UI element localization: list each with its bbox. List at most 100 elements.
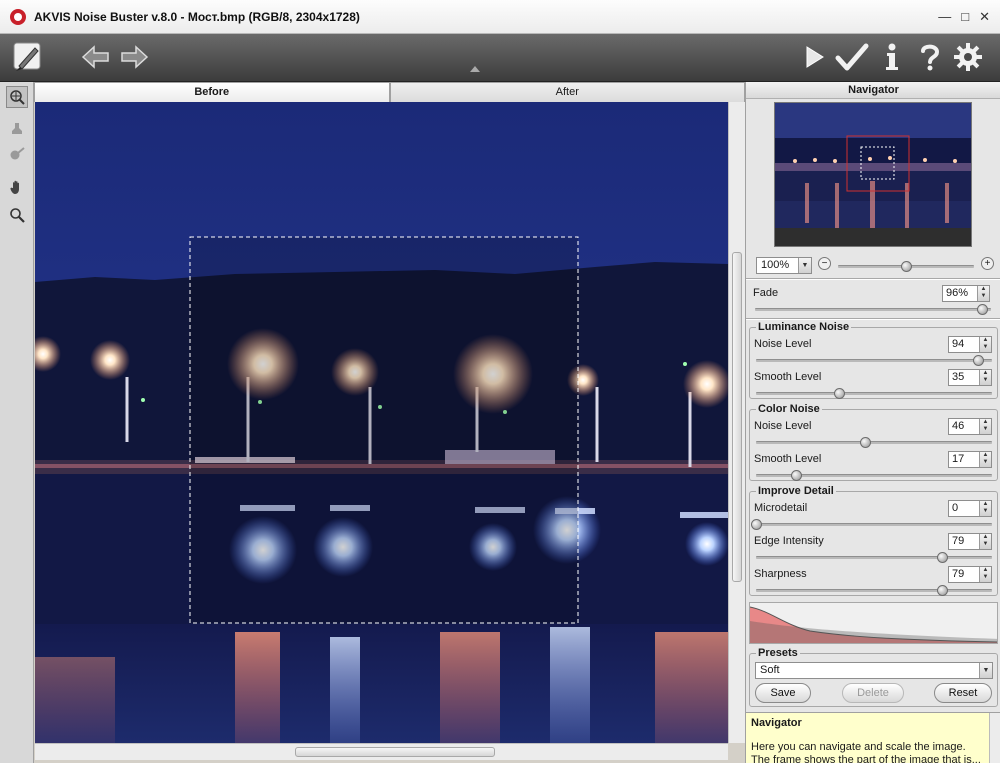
- help-panel: Navigator Here you can navigate and scal…: [746, 712, 1000, 763]
- luminance-smooth-level-param: Smooth Level 35 ▲ ▼: [750, 369, 999, 401]
- navigator-thumbnail[interactable]: [774, 102, 972, 247]
- microdetail-knob[interactable]: [751, 519, 762, 530]
- luminance-noise-level-knob[interactable]: [972, 355, 984, 366]
- help-title: Navigator: [751, 717, 802, 729]
- tab-before[interactable]: Before: [34, 82, 390, 102]
- color-noise-level-knob[interactable]: [859, 437, 871, 448]
- horizontal-scroll-thumb[interactable]: [295, 747, 495, 757]
- preset-select[interactable]: Soft ▼: [755, 662, 993, 679]
- luminance-noise-level-label: Noise Level: [754, 338, 812, 350]
- color-smooth-level-spinbox[interactable]: 17 ▲ ▼: [948, 451, 992, 468]
- spin-arrows-icon[interactable]: ▲ ▼: [979, 501, 991, 516]
- maximize-button[interactable]: □: [961, 9, 969, 25]
- help-text: Here you can navigate and scale the imag…: [751, 741, 981, 763]
- microdetail-slider[interactable]: [751, 519, 992, 530]
- zoom-combo[interactable]: 100% ▼: [756, 257, 812, 274]
- hand-icon[interactable]: [6, 176, 28, 198]
- chevron-down-icon[interactable]: ▼: [798, 258, 811, 273]
- edge-intensity-knob[interactable]: [937, 552, 949, 563]
- delete-preset-button[interactable]: Delete: [842, 683, 904, 703]
- luminance-noise-level-param: Noise Level 94 ▲ ▼: [750, 336, 999, 368]
- spin-arrows-icon[interactable]: ▲ ▼: [979, 567, 991, 582]
- color-smooth-level-knob[interactable]: [791, 470, 803, 481]
- view-tabs: Before After: [34, 82, 745, 102]
- zoom-magnifier-icon[interactable]: [6, 204, 28, 226]
- spin-arrows-icon[interactable]: ▲ ▼: [979, 534, 991, 549]
- info-icon[interactable]: [874, 39, 910, 75]
- edge-intensity-slider[interactable]: [756, 552, 992, 563]
- microdetail-value: 0: [952, 502, 959, 514]
- save-preset-button[interactable]: Save: [755, 683, 811, 703]
- spin-arrows-icon[interactable]: ▲ ▼: [979, 452, 991, 467]
- microdetail-spinbox[interactable]: 0 ▲ ▼: [948, 500, 992, 517]
- reset-preset-button[interactable]: Reset: [934, 683, 992, 703]
- color-noise-level-slider[interactable]: [756, 437, 992, 448]
- fade-spinbox[interactable]: 96% ▲ ▼: [942, 285, 990, 302]
- spin-arrows-icon[interactable]: ▲ ▼: [979, 419, 991, 434]
- vertical-scroll-thumb[interactable]: [732, 252, 742, 582]
- luminance-smooth-level-slider[interactable]: [756, 388, 992, 399]
- color-smooth-level-slider[interactable]: [756, 470, 992, 481]
- spin-arrows-icon[interactable]: ▲ ▼: [979, 370, 991, 385]
- minimize-button[interactable]: —: [938, 9, 951, 25]
- color-smooth-level-param: Smooth Level 17 ▲ ▼: [750, 451, 999, 483]
- sharpness-knob[interactable]: [937, 585, 949, 596]
- zoom-slider[interactable]: [838, 261, 974, 272]
- stamp-icon[interactable]: [6, 118, 28, 140]
- window-controls: — □ ✕: [938, 9, 990, 25]
- fade-slider[interactable]: [755, 304, 991, 315]
- luminance-smooth-level-spinbox[interactable]: 35 ▲ ▼: [948, 369, 992, 386]
- edge-intensity-value: 79: [952, 535, 965, 547]
- redo-arrow-icon[interactable]: [116, 39, 152, 75]
- undo-arrow-icon[interactable]: [78, 39, 114, 75]
- zoom-slider-knob[interactable]: [901, 261, 912, 272]
- run-play-icon[interactable]: [796, 39, 832, 75]
- chevron-down-icon[interactable]: ▼: [979, 663, 992, 678]
- spin-arrows-icon[interactable]: ▲ ▼: [977, 286, 989, 301]
- close-button[interactable]: ✕: [979, 9, 990, 25]
- zoom-out-icon[interactable]: −: [818, 257, 831, 270]
- color-noise-title: Color Noise: [756, 403, 822, 415]
- zoom-in-icon[interactable]: +: [981, 257, 994, 270]
- color-smooth-level-label: Smooth Level: [754, 453, 822, 465]
- vertical-scrollbar[interactable]: [728, 102, 745, 743]
- color-noise-level-label: Noise Level: [754, 420, 812, 432]
- sharpness-slider[interactable]: [756, 585, 992, 596]
- apply-check-icon[interactable]: [834, 39, 870, 75]
- collapse-chevron-icon[interactable]: [468, 64, 482, 74]
- fade-slider-knob[interactable]: [976, 304, 988, 315]
- luminance-noise-group: Luminance Noise Noise Level 94 ▲ ▼ Smooth…: [749, 321, 999, 401]
- brush-icon[interactable]: [6, 144, 28, 166]
- image-canvas[interactable]: [35, 102, 728, 743]
- sharpness-spinbox[interactable]: 79 ▲ ▼: [948, 566, 992, 583]
- logo-brush-icon[interactable]: [10, 39, 46, 75]
- edge-intensity-spinbox[interactable]: 79 ▲ ▼: [948, 533, 992, 550]
- color-noise-group: Color Noise Noise Level 46 ▲ ▼ Smooth Lev…: [749, 403, 999, 483]
- view-selection-icon[interactable]: [6, 86, 28, 108]
- main-toolbar: [0, 34, 1000, 82]
- color-smooth-level-value: 17: [952, 453, 965, 465]
- sharpness-value: 79: [952, 568, 965, 580]
- color-noise-level-spinbox[interactable]: 46 ▲ ▼: [948, 418, 992, 435]
- improve-detail-group: Improve Detail Microdetail 0 ▲ ▼ Edge Int…: [749, 485, 998, 596]
- luminance-noise-level-spinbox[interactable]: 94 ▲ ▼: [948, 336, 992, 353]
- improve-detail-title: Improve Detail: [756, 485, 836, 497]
- fade-value: 96%: [946, 287, 969, 299]
- divider: [746, 318, 1000, 320]
- help-scrollbar[interactable]: [989, 713, 1000, 763]
- horizontal-scrollbar[interactable]: [35, 743, 728, 760]
- edge-intensity-label: Edge Intensity: [754, 535, 824, 547]
- luminance-noise-title: Luminance Noise: [756, 321, 852, 333]
- help-icon[interactable]: [912, 39, 948, 75]
- color-noise-level-value: 46: [952, 420, 965, 432]
- luminance-smooth-level-knob[interactable]: [833, 388, 845, 399]
- night-bridge-photo: [35, 102, 728, 743]
- settings-gear-icon[interactable]: [950, 39, 986, 75]
- app-logo-icon: [10, 8, 26, 25]
- presets-title: Presets: [756, 647, 800, 659]
- sharpness-label: Sharpness: [754, 568, 807, 580]
- luminance-noise-level-slider[interactable]: [756, 355, 992, 366]
- spin-arrows-icon[interactable]: ▲ ▼: [979, 337, 991, 352]
- tab-after[interactable]: After: [389, 82, 745, 102]
- navigator-title: Navigator: [746, 82, 1000, 99]
